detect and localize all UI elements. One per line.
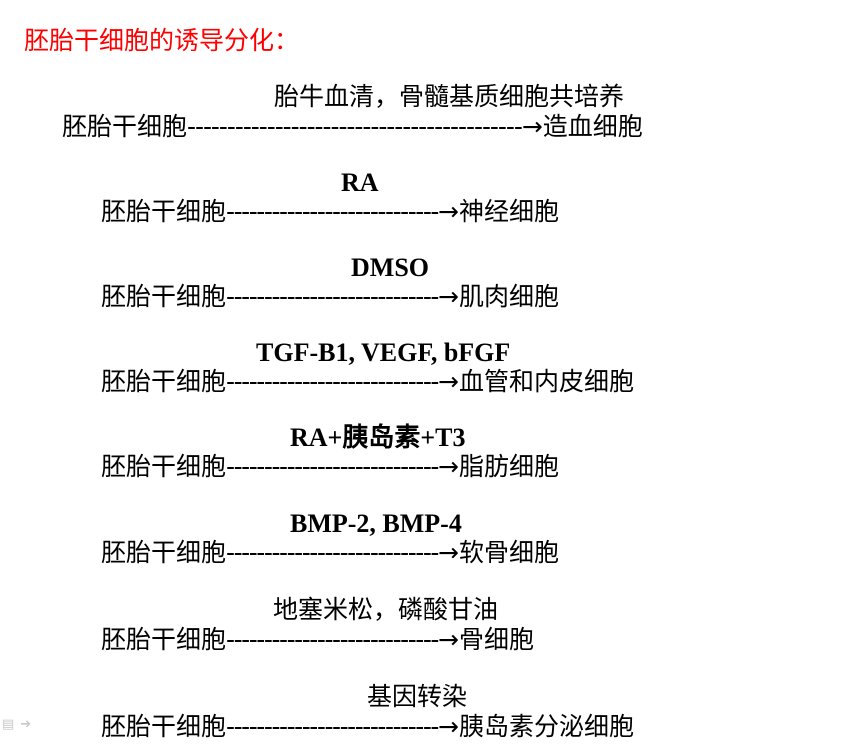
target-cell: 胰岛素分泌细胞 (458, 712, 634, 741)
source-cell: 胚胎干细胞 (62, 112, 188, 141)
dashed-connector: ---------------------------- (226, 367, 439, 396)
condition-label-vascular: TGF-B1, VEGF, bFGF (256, 338, 511, 367)
arrow-icon: → (438, 712, 459, 741)
next-arrow-icon[interactable]: ➔ (20, 716, 31, 734)
dashed-connector: ----------------------------------------… (187, 112, 523, 141)
arrow-icon: → (438, 538, 459, 567)
differentiation-row-muscle: 胚胎干细胞----------------------------→肌肉细胞 (101, 282, 559, 312)
target-cell: 血管和内皮细胞 (458, 367, 634, 396)
dashed-connector: ---------------------------- (226, 538, 439, 567)
arrow-icon: → (438, 452, 459, 481)
source-cell: 胚胎干细胞 (101, 625, 227, 654)
target-cell: 软骨细胞 (458, 538, 559, 567)
condition-label-neural: RA (341, 168, 379, 197)
differentiation-row-bone: 胚胎干细胞----------------------------→骨细胞 (101, 625, 534, 655)
condition-label-adipocyte: RA+胰岛素+T3 (290, 423, 466, 452)
condition-label-hematopoietic: 胎牛血清，骨髓基质细胞共培养 (274, 82, 625, 111)
arrow-icon: → (438, 625, 459, 654)
differentiation-row-hematopoietic: 胚胎干细胞-----------------------------------… (62, 112, 643, 142)
dashed-connector: ---------------------------- (226, 452, 439, 481)
page-title: 胚胎干细胞的诱导分化： (24, 26, 300, 55)
differentiation-row-insulin: 胚胎干细胞----------------------------→胰岛素分泌细… (101, 712, 634, 742)
source-cell: 胚胎干细胞 (101, 367, 227, 396)
slide-nav-controls[interactable]: ▤ ➔ (2, 716, 48, 734)
differentiation-row-cartilage: 胚胎干细胞----------------------------→软骨细胞 (101, 538, 559, 568)
target-cell: 肌肉细胞 (458, 282, 559, 311)
arrow-icon: → (438, 197, 459, 226)
target-cell: 骨细胞 (458, 625, 534, 654)
arrow-icon: → (521, 112, 543, 141)
source-cell: 胚胎干细胞 (101, 538, 227, 567)
arrow-icon: → (438, 282, 459, 311)
differentiation-row-neural: 胚胎干细胞----------------------------→神经细胞 (101, 197, 559, 227)
arrow-icon: → (438, 367, 459, 396)
source-cell: 胚胎干细胞 (101, 452, 227, 481)
differentiation-row-vascular: 胚胎干细胞----------------------------→血管和内皮细… (101, 367, 634, 397)
dashed-connector: ---------------------------- (226, 712, 439, 741)
menu-icon[interactable]: ▤ (2, 716, 14, 734)
dashed-connector: ---------------------------- (226, 625, 439, 654)
condition-label-muscle: DMSO (351, 253, 429, 282)
differentiation-row-adipocyte: 胚胎干细胞----------------------------→脂肪细胞 (101, 452, 559, 482)
target-cell: 神经细胞 (458, 197, 559, 226)
condition-label-cartilage: BMP-2, BMP-4 (290, 509, 462, 538)
target-cell: 造血细胞 (542, 112, 643, 141)
dashed-connector: ---------------------------- (226, 282, 439, 311)
source-cell: 胚胎干细胞 (101, 197, 227, 226)
condition-label-insulin: 基因转染 (367, 682, 468, 711)
source-cell: 胚胎干细胞 (101, 712, 227, 741)
condition-label-bone: 地塞米松，磷酸甘油 (273, 595, 499, 624)
target-cell: 脂肪细胞 (458, 452, 559, 481)
dashed-connector: ---------------------------- (226, 197, 439, 226)
source-cell: 胚胎干细胞 (101, 282, 227, 311)
